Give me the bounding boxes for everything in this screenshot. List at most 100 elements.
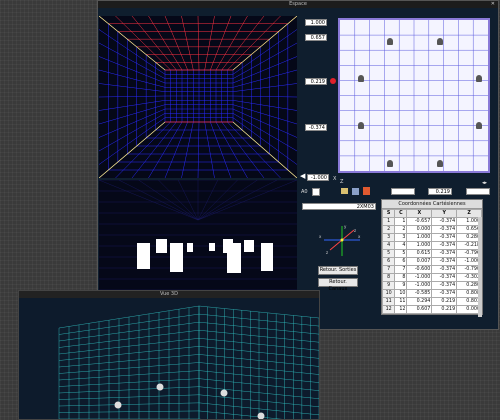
cell[interactable]: 0.615 (406, 249, 433, 258)
cell: 6 (394, 257, 408, 266)
table-row[interactable]: 11 11 0.294 0.219 0.803 (381, 297, 482, 306)
cell[interactable]: -0.374 (431, 217, 458, 226)
retour-canaux-button[interactable]: Retour. Canaux (318, 278, 358, 292)
speaker-icon[interactable] (476, 75, 482, 82)
cell: 10 (381, 289, 396, 298)
retour-sorties-button[interactable]: Retour. Sorties (318, 266, 358, 275)
speaker-sphere[interactable] (257, 412, 265, 420)
field-input[interactable] (391, 188, 415, 195)
speaker-block (244, 240, 254, 252)
cell[interactable]: 0.000 (406, 225, 433, 234)
cell[interactable]: -0.374 (431, 233, 458, 242)
arrow-left-icon[interactable]: ◀ (300, 173, 305, 180)
cell[interactable]: -0.374 (431, 241, 458, 250)
col-s[interactable]: S (381, 209, 396, 218)
table-row[interactable]: 4 4 1.000 -0.374 -0.218 (381, 241, 482, 250)
table-row[interactable]: 3 3 1.000 -0.374 0.280 (381, 233, 482, 242)
espace-titlebar[interactable]: Espace ✕ (98, 1, 498, 8)
cell[interactable]: -0.374 (431, 249, 458, 258)
top-view-grid[interactable] (338, 18, 490, 173)
name-field[interactable]: 2XM03 (302, 203, 376, 210)
table-row[interactable]: 5 5 0.615 -0.374 -0.796 (381, 249, 482, 258)
table-row[interactable]: 2 2 0.000 -0.374 0.656 (381, 225, 482, 234)
cell[interactable]: -0.374 (431, 257, 458, 266)
cell: 12 (381, 305, 396, 314)
cell: 2 (394, 225, 408, 234)
vue3d-titlebar[interactable]: Vue 3D (19, 291, 319, 298)
cell: 11 (394, 297, 408, 306)
cell: 9 (394, 281, 408, 290)
table-scrollbar[interactable] (478, 217, 482, 317)
cell: 3 (381, 233, 396, 242)
save-icon[interactable] (352, 188, 359, 195)
espace-title: Espace (289, 1, 307, 7)
cell[interactable]: -0.374 (431, 273, 458, 282)
cell[interactable]: -0.374 (431, 225, 458, 234)
speaker-front-view[interactable] (99, 180, 297, 290)
cell: 7 (381, 265, 396, 274)
room-perspective-view[interactable] (99, 16, 297, 178)
value-box-lower[interactable]: -0.374 (305, 124, 327, 131)
col-y[interactable]: Y (431, 209, 458, 218)
cell: 8 (381, 273, 396, 282)
cell[interactable]: 1.000 (406, 241, 433, 250)
position-marker-icon[interactable] (330, 78, 336, 84)
table-row[interactable]: 9 9 -1.000 -0.374 0.280 (381, 281, 482, 290)
table-row[interactable]: 1 1 -0.657 -0.374 1.000 (381, 217, 482, 226)
axis-y-label: y (344, 224, 347, 229)
speaker-sphere[interactable] (114, 401, 122, 409)
speaker-block (209, 243, 215, 251)
value-box-bottom[interactable]: -1.000 (307, 174, 329, 181)
close-icon[interactable]: ✕ (491, 1, 495, 8)
cell: 4 (381, 241, 396, 250)
speaker-icon[interactable] (387, 160, 393, 167)
cell[interactable]: 0.219 (431, 305, 458, 314)
cell[interactable]: -0.657 (406, 217, 433, 226)
cell[interactable]: -0.374 (431, 265, 458, 274)
speaker-sphere[interactable] (156, 383, 164, 391)
value-box-top[interactable]: 1.000 (305, 19, 327, 26)
speaker-sphere[interactable] (220, 389, 228, 397)
speaker-icon[interactable] (387, 38, 393, 45)
cell[interactable]: 1.000 (406, 233, 433, 242)
x-input[interactable]: 0.219 (428, 188, 452, 195)
cell[interactable]: 0.219 (431, 297, 458, 306)
cell: 1 (394, 217, 408, 226)
arrow-left-small-icon[interactable]: ◂▸ (482, 180, 487, 186)
cell[interactable]: -0.374 (431, 281, 458, 290)
table-row[interactable]: 12 12 0.607 0.219 0.000 (381, 305, 482, 314)
cell[interactable]: -0.600 (406, 265, 433, 274)
table-row[interactable]: 8 8 -1.000 -0.374 -0.302 (381, 273, 482, 282)
value-box-upper[interactable]: 0.657 (305, 34, 327, 41)
cell[interactable]: 0.007 (406, 257, 433, 266)
a0-checkbox[interactable] (312, 188, 320, 196)
folder-icon[interactable] (341, 188, 348, 194)
record-icon[interactable] (363, 187, 370, 195)
speaker-icon[interactable] (476, 122, 482, 129)
table-row[interactable]: 6 6 0.007 -0.374 -1.000 (381, 257, 482, 266)
z-input[interactable] (466, 188, 490, 195)
cell[interactable]: 0.607 (406, 305, 433, 314)
col-x[interactable]: X (406, 209, 433, 218)
cell: 8 (394, 273, 408, 282)
cell: 3 (394, 233, 408, 242)
col-c[interactable]: C (394, 209, 408, 218)
table-row[interactable]: 7 7 -0.600 -0.374 -0.790 (381, 265, 482, 274)
speaker-block (156, 239, 167, 253)
speaker-icon[interactable] (358, 75, 364, 82)
cell[interactable]: -1.000 (406, 273, 433, 282)
cell[interactable]: -0.374 (431, 289, 458, 298)
cell: 1 (381, 217, 396, 226)
speaker-block (187, 243, 193, 252)
speaker-icon[interactable] (358, 122, 364, 129)
value-box-middle[interactable]: 0.219 (305, 78, 327, 85)
cell[interactable]: -1.000 (406, 281, 433, 290)
cell[interactable]: 0.294 (406, 297, 433, 306)
vue3d-canvas[interactable] (19, 298, 319, 419)
speaker-block (170, 243, 183, 272)
axes-orientation-widget[interactable]: y x x z z (318, 222, 366, 262)
cell[interactable]: -0.585 (406, 289, 433, 298)
speaker-icon[interactable] (437, 160, 443, 167)
speaker-icon[interactable] (437, 38, 443, 45)
table-row[interactable]: 10 10 -0.585 -0.374 0.808 (381, 289, 482, 298)
